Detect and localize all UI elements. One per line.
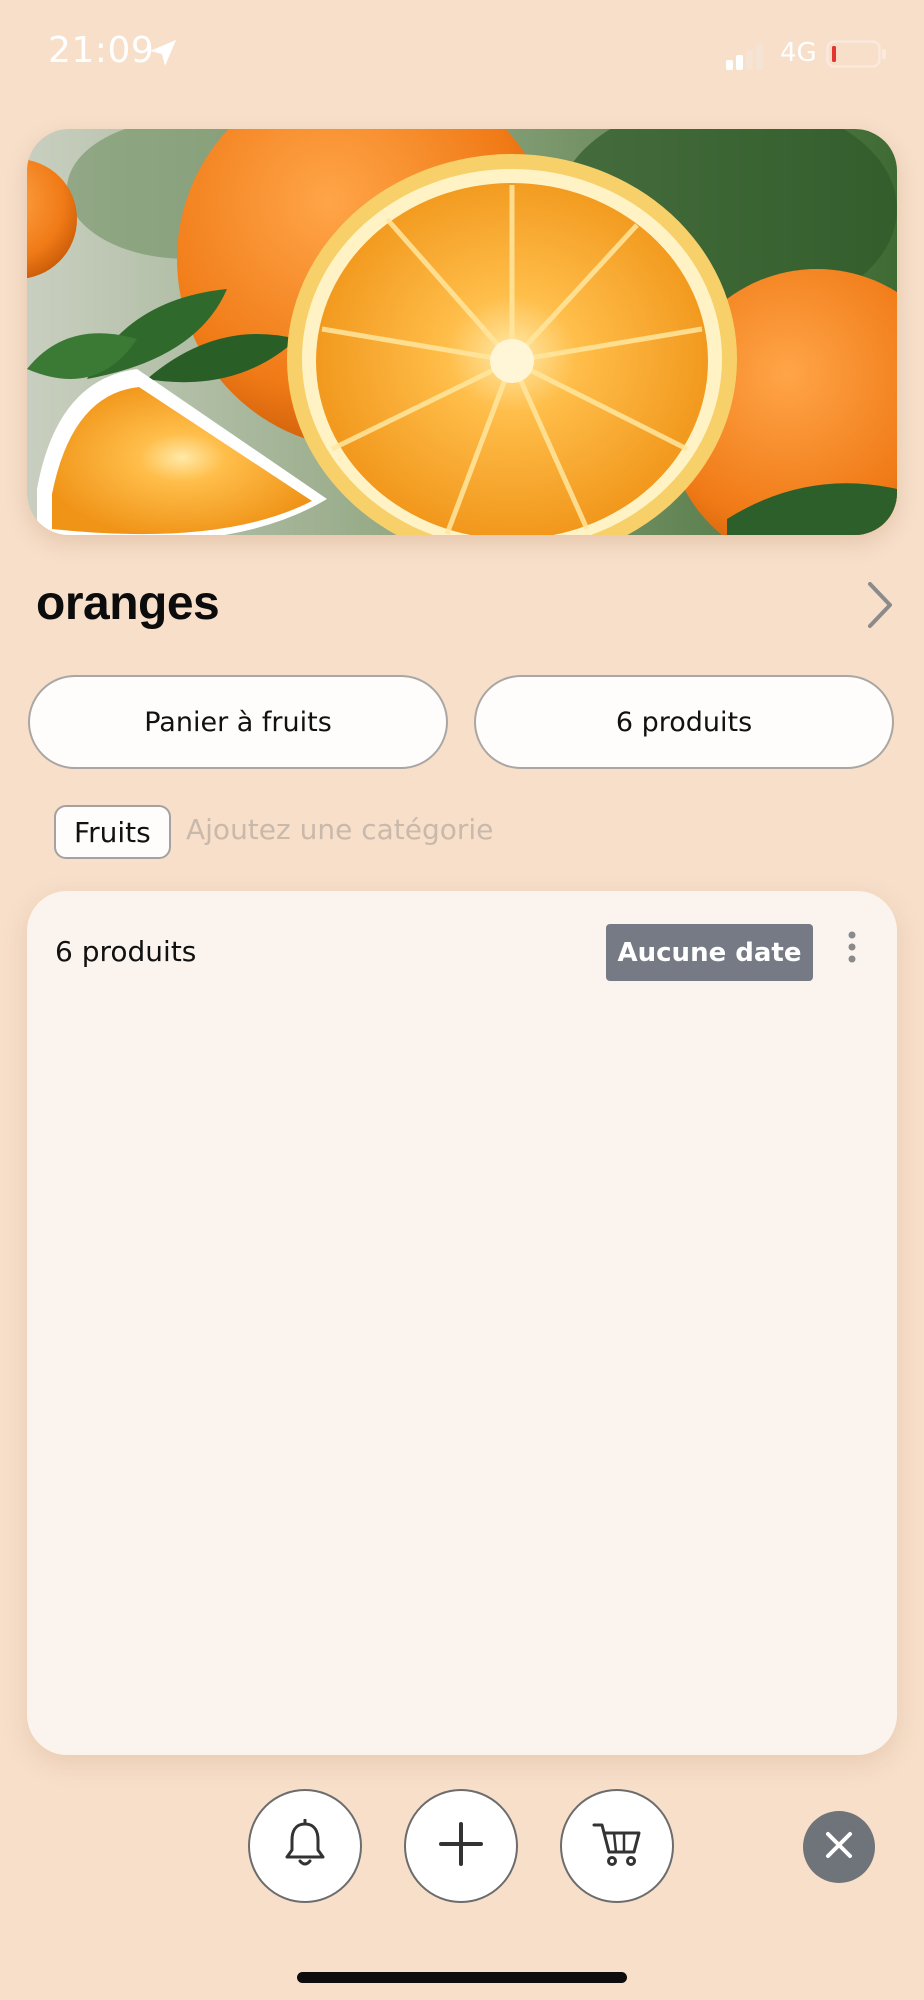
status-time: 21:09 xyxy=(48,30,155,71)
more-vertical-icon[interactable] xyxy=(845,929,859,970)
date-badge[interactable]: Aucune date xyxy=(606,924,813,981)
status-bar: 21:09 4G xyxy=(0,0,924,110)
basket-button[interactable]: Panier à fruits xyxy=(28,675,448,769)
add-category-input[interactable]: Ajoutez une catégorie xyxy=(186,813,493,846)
products-card: 6 produits Aucune date xyxy=(27,891,897,1755)
close-button[interactable] xyxy=(803,1811,875,1883)
close-icon xyxy=(824,1830,854,1865)
basket-button-label: Panier à fruits xyxy=(144,706,332,738)
date-badge-label: Aucune date xyxy=(617,937,802,968)
cart-icon xyxy=(592,1819,642,1874)
add-button[interactable] xyxy=(404,1789,518,1903)
card-product-count: 6 produits xyxy=(55,935,197,968)
home-indicator[interactable] xyxy=(297,1972,627,1983)
category-chip[interactable]: Fruits xyxy=(54,805,171,859)
signal-bars-icon xyxy=(726,44,770,75)
products-button[interactable]: 6 produits xyxy=(474,675,894,769)
cart-button[interactable] xyxy=(560,1789,674,1903)
bell-icon xyxy=(282,1818,328,1874)
battery-low-icon xyxy=(826,40,888,73)
chevron-right-icon[interactable] xyxy=(864,580,896,635)
location-arrow-icon xyxy=(148,38,178,73)
reminder-button[interactable] xyxy=(248,1789,362,1903)
category-chip-label: Fruits xyxy=(74,815,151,849)
products-button-label: 6 produits xyxy=(615,706,753,738)
plus-icon xyxy=(439,1821,483,1871)
network-label: 4G xyxy=(780,38,817,68)
hero-image xyxy=(27,129,897,535)
list-title: oranges xyxy=(36,577,220,630)
